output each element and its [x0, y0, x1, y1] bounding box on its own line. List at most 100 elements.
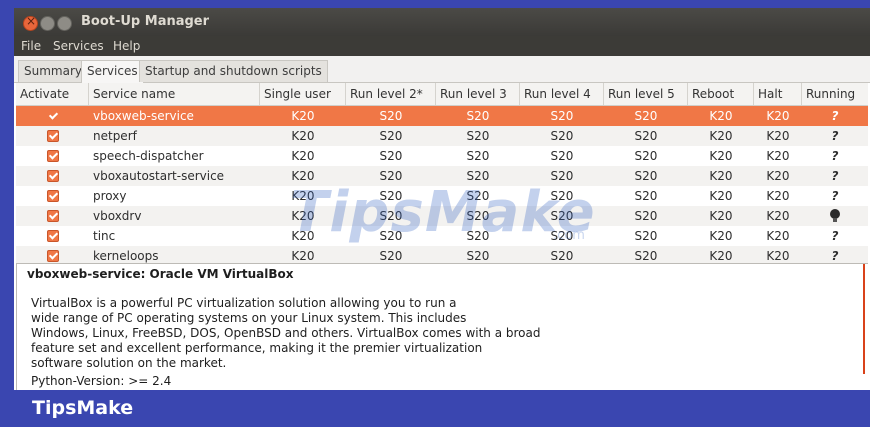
- close-icon[interactable]: [23, 14, 38, 31]
- unknown-status-icon: ?: [831, 109, 839, 123]
- runlevel-rl5: S20: [634, 149, 658, 163]
- runlevel-rl2: S20: [379, 249, 403, 263]
- col-service-name[interactable]: Service name: [89, 83, 260, 105]
- col-single-user[interactable]: Single user: [260, 83, 346, 105]
- runlevel-reboot: K20: [709, 209, 733, 223]
- table-header: Activate Service name Single user Run le…: [16, 83, 868, 106]
- service-name: netperf: [93, 129, 137, 143]
- running-status: ?: [802, 246, 868, 263]
- activate-cell: [16, 206, 89, 226]
- runlevel-rl3: S20: [466, 129, 490, 143]
- service-name: vboxdrv: [93, 209, 142, 223]
- menu-help[interactable]: Help: [113, 39, 140, 53]
- activate-checkbox[interactable]: [47, 110, 59, 122]
- activate-checkbox[interactable]: [47, 250, 59, 262]
- col-run-level-4[interactable]: Run level 4: [520, 83, 604, 105]
- table-row[interactable]: speech-dispatcher K20 S20 S20 S20 S20 K20 K20?: [16, 146, 868, 166]
- unknown-status-icon: ?: [831, 189, 839, 203]
- runlevel-reboot: K20: [709, 149, 733, 163]
- unknown-status-icon: ?: [831, 229, 839, 243]
- unknown-status-icon: ?: [831, 169, 839, 183]
- activate-cell: [16, 166, 89, 186]
- table-row[interactable]: netperf K20 S20 S20 S20 S20 K20 K20?: [16, 126, 868, 146]
- col-run-level-5[interactable]: Run level 5: [604, 83, 688, 105]
- service-name: speech-dispatcher: [93, 149, 204, 163]
- runlevel-halt: K20: [766, 129, 790, 143]
- runlevel-halt: K20: [766, 249, 790, 263]
- runlevel-halt: K20: [766, 189, 790, 203]
- activate-cell: [16, 126, 89, 146]
- maximize-icon[interactable]: [57, 16, 72, 31]
- description-text: VirtualBox is a powerful PC virtualizati…: [31, 296, 851, 371]
- runlevel-rl5: S20: [634, 209, 658, 223]
- runlevel-rl3: S20: [466, 249, 490, 263]
- activate-checkbox[interactable]: [47, 130, 59, 142]
- activate-checkbox[interactable]: [47, 150, 59, 162]
- service-name: tinc: [93, 229, 116, 243]
- python-version: Python-Version: >= 2.4: [31, 374, 172, 388]
- window-title: Boot-Up Manager: [81, 14, 210, 29]
- col-run-level-2[interactable]: Run level 2*: [346, 83, 436, 105]
- service-name: proxy: [93, 189, 127, 203]
- runlevel-halt: K20: [766, 209, 790, 223]
- runlevel-single: K20: [291, 109, 315, 123]
- tab-bar: Summary Services Startup and shutdown sc…: [14, 56, 870, 83]
- watermark-logo: TipsMake: [290, 180, 596, 245]
- watermark-domain: .com: [553, 228, 585, 243]
- activate-cell: [16, 146, 89, 166]
- bulb-icon: [830, 209, 840, 222]
- activate-cell: [16, 226, 89, 246]
- col-halt[interactable]: Halt: [754, 83, 802, 105]
- runlevel-reboot: K20: [709, 189, 733, 203]
- runlevel-rl4: S20: [550, 149, 574, 163]
- running-status: ?: [802, 126, 868, 146]
- activate-checkbox[interactable]: [47, 190, 59, 202]
- menu-bar: File Services Help: [14, 36, 870, 56]
- table-row[interactable]: vboxweb-service K20 S20 S20 S20 S20 K20 K20?: [16, 106, 868, 126]
- runlevel-halt: K20: [766, 229, 790, 243]
- description-line: Windows, Linux, FreeBSD, DOS, OpenBSD an…: [31, 326, 541, 340]
- service-name: kerneloops: [93, 249, 159, 263]
- col-running[interactable]: Running: [802, 83, 868, 105]
- runlevel-reboot: K20: [709, 229, 733, 243]
- activate-checkbox[interactable]: [47, 210, 59, 222]
- activate-cell: [16, 106, 89, 126]
- description-line: VirtualBox is a powerful PC virtualizati…: [31, 296, 457, 310]
- tab-startup-scripts[interactable]: Startup and shutdown scripts: [139, 60, 328, 82]
- menu-services[interactable]: Services: [53, 39, 104, 53]
- runlevel-rl5: S20: [634, 189, 658, 203]
- activate-checkbox[interactable]: [47, 170, 59, 182]
- footer-brand: TipsMake: [32, 397, 134, 419]
- runlevel-reboot: K20: [709, 109, 733, 123]
- tab-services[interactable]: Services: [81, 60, 144, 83]
- runlevel-single: K20: [291, 129, 315, 143]
- runlevel-rl3: S20: [466, 109, 490, 123]
- minimize-icon[interactable]: [40, 16, 55, 31]
- menu-file[interactable]: File: [21, 39, 41, 53]
- running-status: [802, 206, 868, 226]
- activate-cell: [16, 186, 89, 206]
- runlevel-halt: K20: [766, 109, 790, 123]
- col-activate[interactable]: Activate: [16, 83, 89, 105]
- runlevel-reboot: K20: [709, 129, 733, 143]
- description-line: software solution on the market.: [31, 356, 227, 370]
- runlevel-rl2: S20: [379, 129, 403, 143]
- table-row[interactable]: kerneloops K20 S20 S20 S20 S20 K20 K20?: [16, 246, 868, 263]
- activate-checkbox[interactable]: [47, 230, 59, 242]
- col-run-level-3[interactable]: Run level 3: [436, 83, 520, 105]
- runlevel-rl5: S20: [634, 109, 658, 123]
- runlevel-rl5: S20: [634, 129, 658, 143]
- running-status: ?: [802, 186, 868, 206]
- service-description-panel: vboxweb-service: Oracle VM VirtualBox Vi…: [16, 264, 869, 390]
- runlevel-reboot: K20: [709, 249, 733, 263]
- activate-cell: [16, 246, 89, 263]
- col-reboot[interactable]: Reboot: [688, 83, 754, 105]
- runlevel-rl5: S20: [634, 229, 658, 243]
- runlevel-rl5: S20: [634, 169, 658, 183]
- runlevel-rl4: S20: [550, 129, 574, 143]
- title-bar: Boot-Up Manager: [14, 8, 870, 36]
- runlevel-rl3: S20: [466, 149, 490, 163]
- unknown-status-icon: ?: [831, 249, 839, 263]
- runlevel-rl4: S20: [550, 109, 574, 123]
- tab-summary[interactable]: Summary: [18, 60, 88, 82]
